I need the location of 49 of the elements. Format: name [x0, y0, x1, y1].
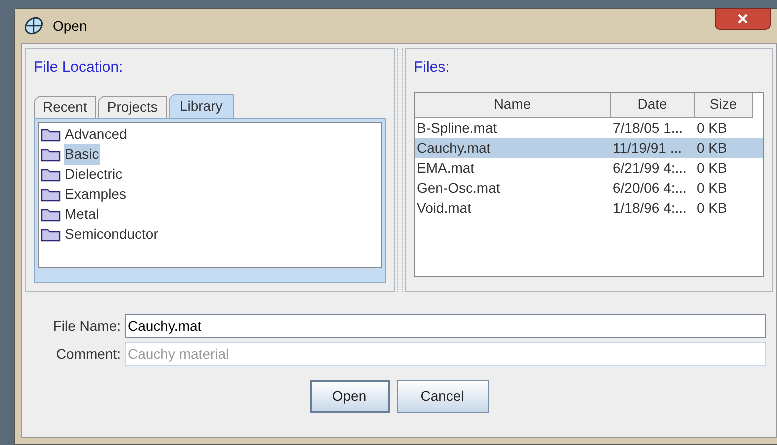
table-cell-text: 6/20/06 4:...	[612, 178, 688, 198]
file-location-label: File Location:	[34, 58, 124, 78]
table-cell-text: 0 KB	[696, 138, 728, 158]
folder-icon	[41, 208, 61, 222]
field-label: File Name:	[52, 316, 122, 336]
location-tab[interactable]: Projects	[98, 96, 167, 118]
location-tab[interactable]: Recent	[34, 96, 96, 118]
folder-icon	[41, 228, 61, 242]
table-cell-text: B-Spline.mat	[416, 118, 498, 138]
table-cell-text: 0 KB	[696, 178, 728, 198]
folder-icon	[41, 148, 61, 162]
table-cell-text: 0 KB	[696, 118, 728, 138]
window-title: Open	[53, 16, 88, 36]
table-cell-text: 11/19/91 ...	[612, 138, 684, 158]
close-icon	[737, 14, 749, 24]
folder-icon	[41, 128, 61, 142]
file-row[interactable]: Gen-Osc.mat 6/20/06 4:... 0 KB	[415, 178, 763, 198]
folder-item[interactable]: Metal	[64, 204, 100, 225]
table-cell-text: 7/18/05 1...	[612, 118, 684, 138]
files-label: Files:	[414, 58, 451, 78]
folder-item[interactable]: Dielectric	[64, 164, 124, 185]
file-row[interactable]: Cauchy.mat 11/19/91 ... 0 KB	[415, 138, 763, 158]
table-cell-text: 1/18/96 4:...	[612, 198, 688, 218]
table-cell-text: 6/21/99 4:...	[612, 158, 688, 178]
table-cell-text: 0 KB	[696, 198, 728, 218]
folder-icon	[41, 168, 61, 182]
folder-item[interactable]: Advanced	[64, 124, 128, 145]
folder-item[interactable]: Semiconductor	[64, 224, 160, 245]
location-tab[interactable]: Library	[168, 94, 234, 118]
file-row[interactable]: Void.mat 1/18/96 4:... 0 KB	[415, 198, 763, 218]
table-cell-text: Void.mat	[416, 198, 472, 218]
column-header[interactable]: Size	[695, 92, 753, 118]
dialog-button[interactable]: Open	[310, 380, 390, 413]
table-cell-text: 0 KB	[696, 158, 728, 178]
close-button[interactable]	[715, 8, 771, 30]
column-header[interactable]: Date	[611, 92, 695, 118]
app-logo-icon	[23, 15, 45, 37]
folder-item[interactable]: Examples	[64, 184, 128, 205]
field-label: Comment:	[55, 344, 122, 364]
column-header[interactable]: Name	[415, 92, 611, 118]
file-row[interactable]: EMA.mat 6/21/99 4:... 0 KB	[415, 158, 763, 178]
table-cell-text: Gen-Osc.mat	[416, 178, 502, 198]
file-row[interactable]: B-Spline.mat 7/18/05 1... 0 KB	[415, 118, 763, 138]
dialog-button[interactable]: Cancel	[396, 380, 488, 413]
text-field[interactable]: Cauchy.mat	[125, 314, 766, 338]
table-cell-text: Cauchy.mat	[416, 138, 492, 158]
table-cell-text: EMA.mat	[416, 158, 476, 178]
folder-item[interactable]: Basic	[64, 144, 100, 165]
folder-icon	[41, 188, 61, 202]
